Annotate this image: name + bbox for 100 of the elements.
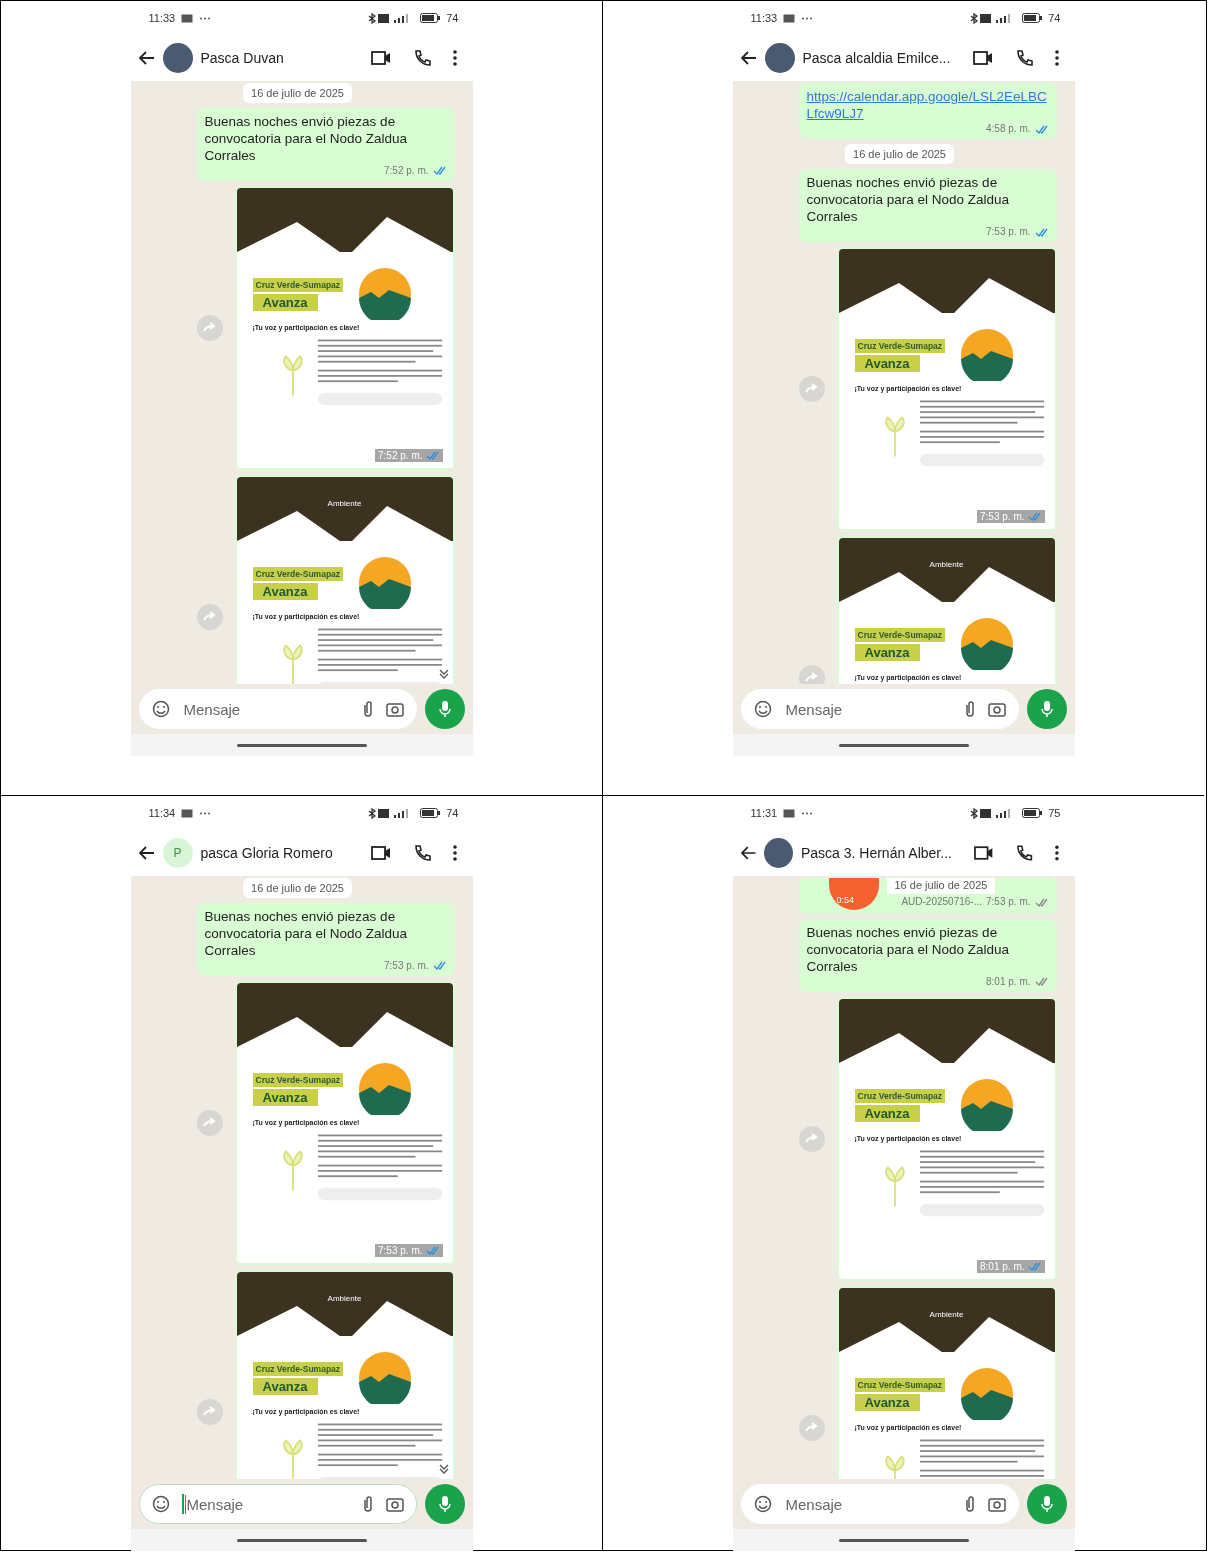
logo-icon [961, 1079, 1014, 1132]
mail-icon [783, 808, 796, 818]
attach-icon[interactable] [361, 700, 374, 718]
message-text: Buenas noches envió piezas de convocatoria para el Nodo Zaldua Corrales [806, 925, 1011, 976]
home-indicator[interactable] [236, 743, 367, 747]
voice-message-button[interactable] [1026, 1484, 1067, 1524]
status-time: 11:34 [148, 807, 176, 819]
menu-icon[interactable] [452, 50, 457, 66]
message-time: 7:53 p. m. [384, 959, 429, 973]
status-time: 11:33 [148, 12, 176, 24]
poster-title: Cruz Verde-Sumapaz [252, 1072, 344, 1087]
message-field[interactable]: Mensaje [138, 1484, 417, 1524]
video-call-icon[interactable] [370, 51, 391, 65]
home-indicator[interactable] [838, 1538, 969, 1542]
poster-headline: Avanza [252, 1377, 318, 1395]
back-arrow-icon[interactable] [138, 846, 155, 860]
more-notifications-icon [199, 811, 212, 815]
emoji-icon[interactable] [753, 1495, 772, 1513]
mail-icon [181, 13, 194, 23]
poster-title: Cruz Verde-Sumapaz [854, 1377, 946, 1392]
camera-icon[interactable] [385, 701, 404, 717]
file-name: AUD-20250716-... [901, 895, 983, 909]
video-call-icon[interactable] [370, 846, 391, 860]
poster-title: Cruz Verde-Sumapaz [252, 277, 344, 292]
avatar[interactable] [162, 43, 193, 73]
image-overlay-text: Ambiente [327, 499, 362, 509]
contact-name[interactable]: pasca Gloria Romero [200, 845, 349, 861]
date-chip: 16 de julio de 2025 [243, 878, 352, 898]
more-notifications-icon [801, 811, 814, 815]
voice-message-button[interactable] [424, 1484, 465, 1524]
contact-name[interactable]: Pasca 3. Hernán Alber... [800, 845, 952, 861]
image-overlay-text: Ambiente [929, 560, 964, 570]
contact-name[interactable]: Pasca Duvan [200, 50, 349, 66]
poster-headline: Avanza [854, 1104, 920, 1122]
poster-title: Cruz Verde-Sumapaz [854, 1088, 946, 1103]
image-time: 8:01 p. m. [980, 1261, 1025, 1273]
poster-title: Cruz Verde-Sumapaz [854, 627, 946, 642]
more-notifications-icon [801, 16, 814, 20]
message-input[interactable]: Mensaje [783, 699, 952, 719]
message-input[interactable]: Mensaje [181, 699, 350, 719]
date-chip: 16 de julio de 2025 [845, 144, 954, 165]
poster-title: Cruz Verde-Sumapaz [252, 566, 344, 581]
battery-icon [1022, 808, 1043, 818]
camera-icon[interactable] [987, 1496, 1006, 1512]
emoji-icon[interactable] [151, 1495, 170, 1513]
video-call-icon[interactable] [973, 846, 994, 860]
home-indicator[interactable] [236, 1538, 367, 1542]
phone-call-icon[interactable] [412, 49, 431, 67]
audio-message[interactable]: 0:54 16 de julio de 2025 AUD-20250716-... 7:53 p. m. [798, 878, 1057, 914]
double-chevron-icon [438, 669, 449, 680]
message-text: Buenas noches envió piezas de convocatoria para el Nodo Zaldua Corrales [806, 175, 1011, 226]
voice-message-button[interactable] [1026, 689, 1067, 729]
emoji-icon[interactable] [151, 700, 170, 718]
menu-icon[interactable] [1054, 50, 1059, 66]
poster-headline: Avanza [854, 354, 920, 372]
attach-icon[interactable] [963, 1495, 976, 1513]
poster-headline: Avanza [854, 1393, 920, 1411]
home-indicator[interactable] [838, 743, 969, 747]
video-call-icon[interactable] [972, 51, 993, 65]
phone-call-icon[interactable] [1015, 844, 1033, 862]
message-time: 7:53 p. m. [986, 225, 1031, 239]
message-time: 7:52 p. m. [384, 164, 429, 178]
menu-icon[interactable] [1054, 845, 1059, 861]
attach-icon[interactable] [361, 1495, 374, 1513]
battery-percent: 74 [1048, 12, 1061, 24]
camera-icon[interactable] [987, 701, 1006, 717]
poster-headline: Avanza [252, 1088, 318, 1106]
logo-icon [359, 268, 412, 321]
voice-message-button[interactable] [424, 689, 465, 729]
contact-name[interactable]: Pasca alcaldia Emilce... [802, 50, 951, 66]
message-link[interactable]: https://calendar.app.google/LSL2EeLBCLfcw9LJ7 [806, 89, 1049, 123]
camera-icon[interactable] [385, 1496, 404, 1512]
image-overlay-text: Ambiente [929, 1310, 964, 1320]
attach-icon[interactable] [963, 700, 976, 718]
emoji-icon[interactable] [753, 700, 772, 718]
back-arrow-icon[interactable] [740, 51, 757, 65]
avatar[interactable] [764, 43, 795, 73]
date-chip: 16 de julio de 2025 [243, 83, 352, 103]
message-time: 7:53 p. m. [986, 895, 1031, 909]
image-overlay-text: Ambiente [327, 1294, 362, 1304]
back-arrow-icon[interactable] [740, 846, 756, 860]
mail-icon [181, 808, 194, 818]
microphone-icon [1040, 700, 1053, 718]
more-notifications-icon [199, 16, 212, 20]
phone-call-icon[interactable] [412, 844, 431, 862]
double-chevron-icon [438, 1464, 449, 1475]
battery-percent: 74 [446, 807, 459, 819]
menu-icon[interactable] [452, 845, 457, 861]
logo-icon [961, 618, 1014, 671]
image-time: 7:53 p. m. [980, 511, 1025, 523]
poster-title: Cruz Verde-Sumapaz [252, 1361, 344, 1376]
avatar[interactable] [763, 838, 793, 868]
logo-icon [359, 557, 412, 610]
back-arrow-icon[interactable] [138, 51, 155, 65]
phone-call-icon[interactable] [1014, 49, 1033, 67]
message-input[interactable]: Mensaje [184, 1494, 350, 1514]
message-text: Buenas noches envió piezas de convocatoria para el Nodo Zaldua Corrales [204, 114, 409, 165]
message-time: 8:01 p. m. [986, 975, 1031, 989]
status-time: 11:31 [750, 807, 778, 819]
message-input[interactable]: Mensaje [783, 1494, 952, 1514]
